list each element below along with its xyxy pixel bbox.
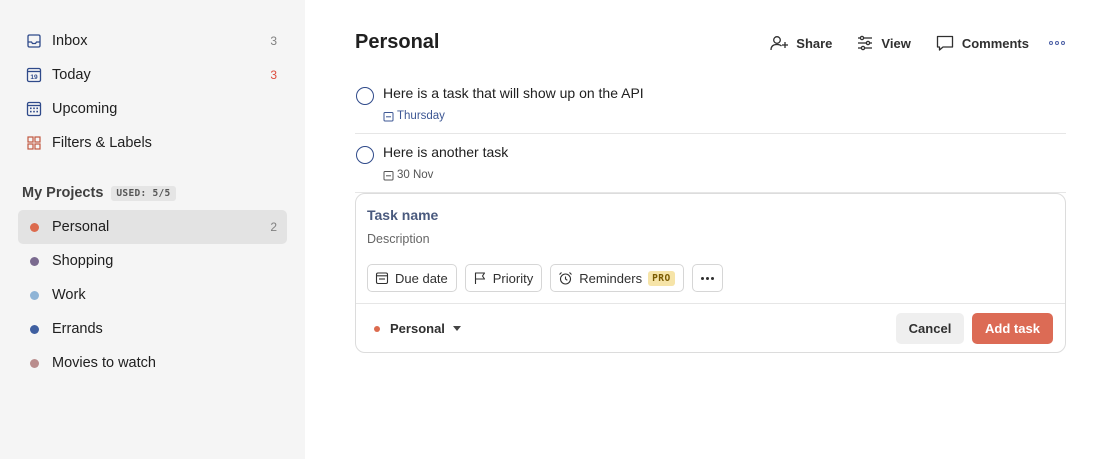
- task-item[interactable]: Here is a task that will show up on the …: [355, 75, 1066, 134]
- sidebar-project-errands[interactable]: Errands: [18, 312, 287, 346]
- sidebar-item-today[interactable]: 19 Today 3: [18, 58, 287, 92]
- view-sliders-icon: [856, 35, 874, 51]
- inbox-icon: [24, 31, 44, 51]
- pro-badge: PRO: [648, 270, 675, 286]
- sidebar-project-movies-to-watch[interactable]: Movies to watch: [18, 346, 287, 380]
- project-color-dot: [374, 325, 380, 332]
- task-name-input[interactable]: Task name: [367, 207, 438, 223]
- share-label: Share: [796, 35, 833, 51]
- task-item[interactable]: Here is another task 30 Nov: [355, 134, 1066, 193]
- filters-labels-icon: [24, 133, 44, 153]
- caret-down-icon: [452, 326, 461, 331]
- task-description-input[interactable]: Description: [367, 232, 430, 246]
- inbox-count: 3: [270, 34, 277, 48]
- reminders-label: Reminders: [579, 270, 643, 286]
- projects-header[interactable]: My Projects USED: 5/5: [22, 176, 305, 210]
- task-due-date: 30 Nov: [383, 169, 433, 181]
- comments-label: Comments: [961, 35, 1029, 51]
- task-attribute-chips: Due date Priority Reminders PRO: [367, 264, 731, 292]
- priority-label: Priority: [492, 270, 534, 286]
- page-title: Personal: [355, 31, 440, 53]
- main-content: Personal Share View Comments Here is a t…: [305, 0, 1095, 459]
- editor-footer: Personal Cancel Add task: [356, 303, 1065, 353]
- project-count: 2: [270, 220, 277, 234]
- priority-button[interactable]: Priority: [464, 264, 543, 292]
- project-color-dot: [24, 285, 44, 305]
- project-selector-label: Personal: [390, 321, 445, 336]
- more-options-icon[interactable]: [1049, 41, 1065, 45]
- task-complete-checkbox[interactable]: [356, 87, 374, 105]
- task-due-date: Thursday: [383, 110, 445, 122]
- comments-button[interactable]: Comments: [935, 34, 1029, 52]
- calendar-small-icon: [383, 170, 394, 181]
- sidebar-item-label: Upcoming: [52, 101, 118, 117]
- view-toolbar: Share View Comments: [745, 34, 1065, 52]
- project-color-dot: [24, 217, 44, 237]
- add-task-editor: Task name Description Due date Priority …: [355, 193, 1066, 353]
- calendar-today-icon: 19: [24, 65, 44, 85]
- sidebar-item-label: Inbox: [52, 33, 88, 49]
- project-color-dot: [24, 319, 44, 339]
- svg-text:19: 19: [30, 74, 38, 81]
- sidebar-item-filters-labels[interactable]: Filters & Labels: [18, 126, 287, 160]
- projects-title: My Projects: [22, 185, 104, 201]
- add-task-button[interactable]: Add task: [972, 313, 1053, 344]
- sidebar: Inbox 3 19 Today 3 Upcoming Filters & La…: [0, 0, 305, 459]
- project-selector[interactable]: Personal: [374, 321, 461, 336]
- project-label: Movies to watch: [52, 355, 156, 371]
- reminders-button[interactable]: Reminders PRO: [550, 264, 684, 292]
- cancel-button[interactable]: Cancel: [896, 313, 964, 344]
- calendar-small-icon: [383, 111, 394, 122]
- project-label: Work: [52, 287, 86, 303]
- project-color-dot: [24, 353, 44, 373]
- project-color-dot: [24, 251, 44, 271]
- due-date-button[interactable]: Due date: [367, 264, 457, 292]
- task-complete-checkbox[interactable]: [356, 146, 374, 164]
- due-date-label: Due date: [395, 270, 448, 286]
- task-due-label: Thursday: [397, 110, 445, 122]
- sidebar-project-work[interactable]: Work: [18, 278, 287, 312]
- task-name: Here is a task that will show up on the …: [383, 85, 644, 101]
- more-actions-icon[interactable]: [691, 264, 723, 292]
- sidebar-item-inbox[interactable]: Inbox 3: [18, 24, 287, 58]
- sidebar-item-label: Filters & Labels: [52, 135, 152, 151]
- projects-used-badge: USED: 5/5: [111, 185, 176, 201]
- sidebar-item-label: Today: [52, 67, 91, 83]
- share-button[interactable]: Share: [769, 34, 832, 52]
- task-name: Here is another task: [383, 144, 509, 160]
- alarm-clock-icon: [558, 271, 573, 286]
- task-due-label: 30 Nov: [397, 169, 434, 181]
- view-button[interactable]: View: [856, 35, 911, 51]
- project-label: Shopping: [52, 253, 114, 269]
- sidebar-project-personal[interactable]: Personal 2: [18, 210, 287, 244]
- calendar-icon: [375, 271, 389, 285]
- sidebar-project-shopping[interactable]: Shopping: [18, 244, 287, 278]
- share-person-add-icon: [769, 34, 789, 52]
- sidebar-item-upcoming[interactable]: Upcoming: [18, 92, 287, 126]
- flag-icon: [473, 271, 487, 285]
- view-label: View: [881, 35, 911, 51]
- today-count: 3: [270, 68, 277, 82]
- project-label: Errands: [52, 321, 103, 337]
- calendar-upcoming-icon: [24, 99, 44, 119]
- project-label: Personal: [52, 219, 110, 235]
- comment-icon: [935, 34, 955, 52]
